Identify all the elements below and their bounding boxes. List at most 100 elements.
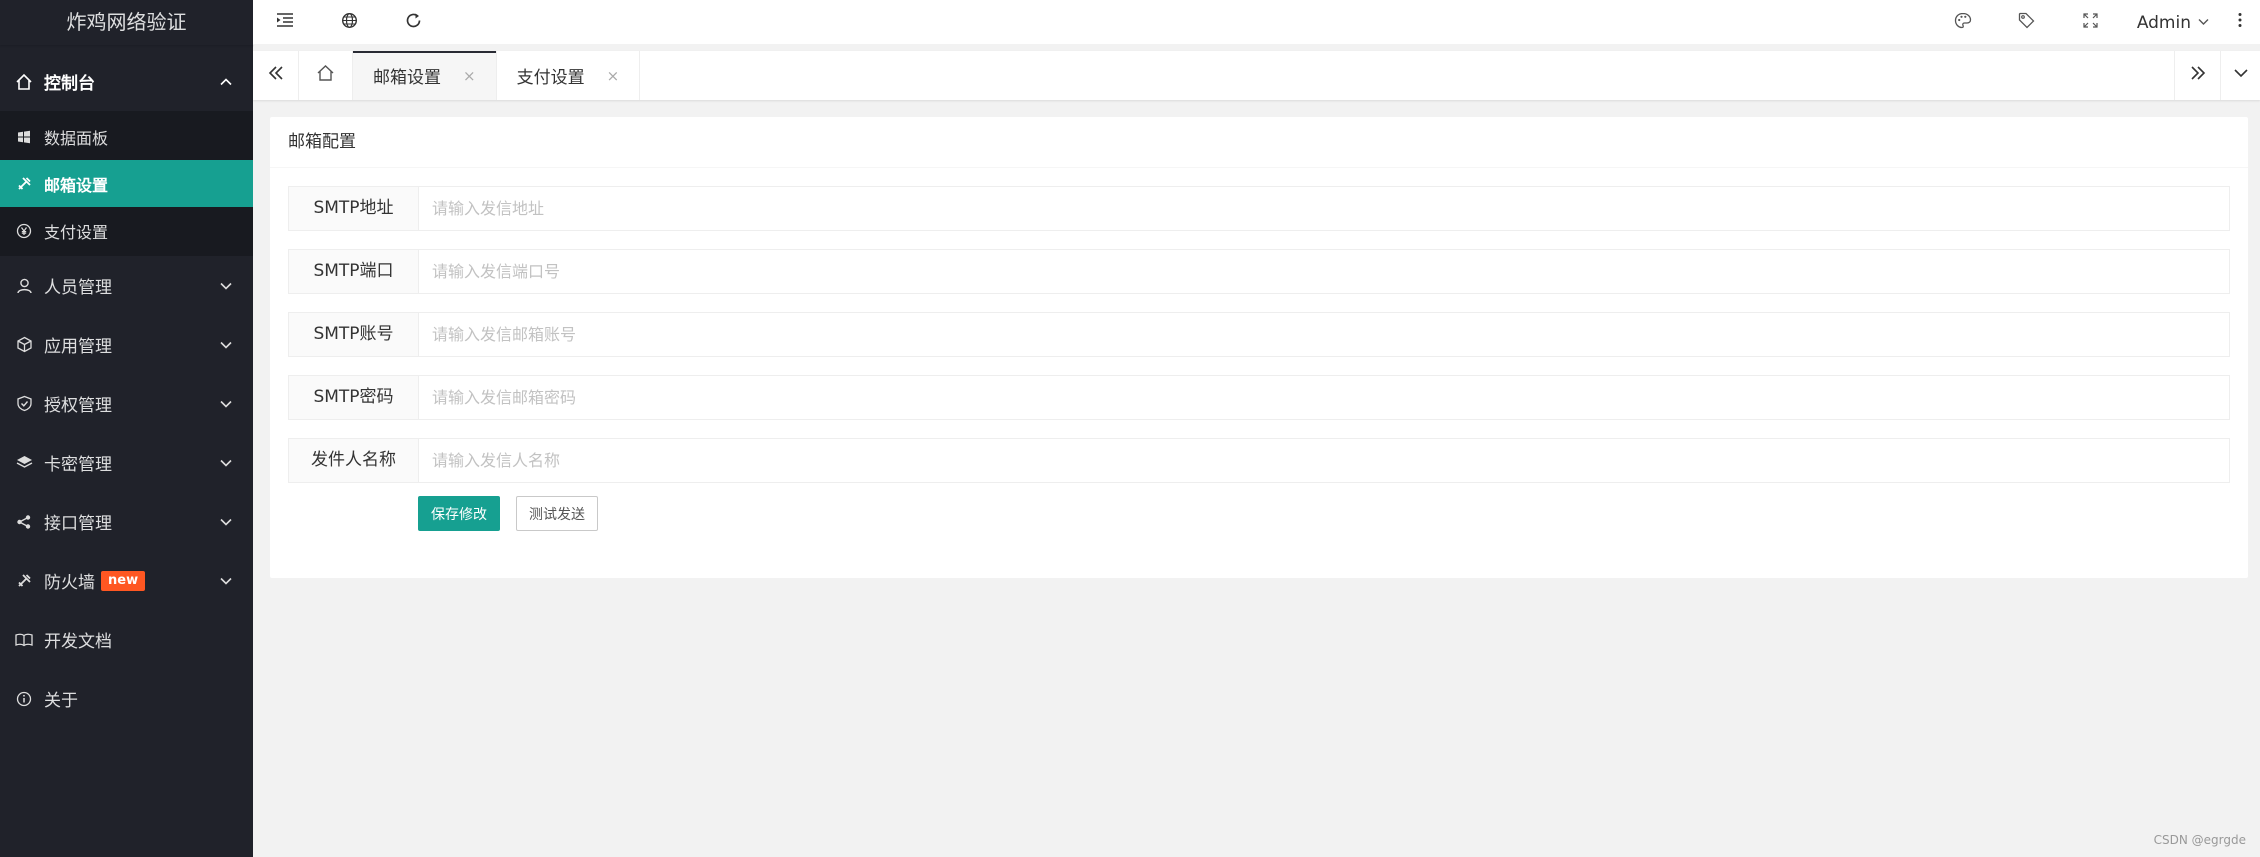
sidebar-group-label: 授权管理: [44, 396, 112, 416]
test-send-button[interactable]: 测试发送: [516, 496, 598, 531]
form-row-smtp-host: SMTP地址: [288, 186, 2230, 231]
sidebar-subnav-console: 数据面板 邮箱设置 支付设置: [0, 111, 253, 256]
tab-mail-settings[interactable]: 邮箱设置 ×: [353, 51, 497, 100]
smtp-port-label: SMTP端口: [288, 249, 418, 294]
sidebar-item-label: 开发文档: [44, 632, 112, 652]
tools-icon: [14, 571, 34, 591]
chevron-down-icon: [217, 395, 235, 413]
tabs-scroll-right-button[interactable]: [2174, 51, 2220, 100]
form-actions: 保存修改 测试发送: [418, 496, 2230, 531]
smtp-account-input[interactable]: [418, 312, 2230, 357]
sidebar-group-apps[interactable]: 应用管理: [0, 315, 253, 374]
more-menu-button[interactable]: [2220, 0, 2260, 45]
sidebar-group-label: 人员管理: [44, 278, 112, 298]
sidebar-group-auth[interactable]: 授权管理: [0, 374, 253, 433]
yen-icon: [14, 221, 34, 241]
chevron-down-icon: [217, 572, 235, 590]
new-badge: new: [101, 570, 146, 591]
home-icon: [316, 64, 335, 87]
tab-label: 邮箱设置: [373, 68, 441, 88]
sidebar-group-cards[interactable]: 卡密管理: [0, 433, 253, 492]
sidebar-item-label: 关于: [44, 691, 78, 711]
palette-icon: [1954, 12, 1972, 34]
sidebar-item-dashboard[interactable]: 数据面板: [0, 113, 253, 160]
chevron-down-icon: [217, 454, 235, 472]
sender-name-label: 发件人名称: [288, 438, 418, 483]
chevron-down-icon: [2232, 64, 2250, 87]
fullscreen-icon: [2083, 12, 2098, 33]
tabs-menu-button[interactable]: [2220, 51, 2260, 100]
tab-label: 支付设置: [516, 68, 585, 88]
app-logo: 炸鸡网络验证: [0, 0, 253, 45]
layers-icon: [14, 453, 34, 473]
windows-icon: [14, 127, 34, 147]
watermark: CSDN @egrgde: [2153, 833, 2246, 847]
sidebar-group-label: 防火墙: [44, 573, 95, 593]
form-row-sender-name: 发件人名称: [288, 438, 2230, 483]
refresh-icon: [405, 12, 422, 34]
smtp-host-label: SMTP地址: [288, 186, 418, 231]
tools-icon: [14, 174, 34, 194]
close-icon[interactable]: ×: [463, 67, 476, 85]
user-menu[interactable]: Admin: [2123, 0, 2220, 45]
info-icon: [14, 689, 34, 709]
double-chevron-left-icon: [267, 64, 285, 87]
sidebar-item-mail-settings[interactable]: 邮箱设置: [0, 160, 253, 207]
fullscreen-button[interactable]: [2059, 0, 2123, 45]
sidebar-group-api[interactable]: 接口管理: [0, 492, 253, 551]
smtp-password-input[interactable]: [418, 375, 2230, 420]
sidebar-item-label: 邮箱设置: [44, 175, 109, 195]
tabs-scroll-left-button[interactable]: [253, 51, 299, 100]
sidebar-item-label: 支付设置: [44, 222, 109, 242]
form-row-smtp-port: SMTP端口: [288, 249, 2230, 294]
card-title: 邮箱配置: [270, 117, 2248, 168]
smtp-password-label: SMTP密码: [288, 375, 418, 420]
website-button[interactable]: [317, 0, 381, 45]
chevron-up-icon: [217, 73, 235, 91]
mail-config-card: 邮箱配置 SMTP地址 SMTP端口 SMTP账号 SMTP密码 发件人名称 保…: [270, 117, 2248, 578]
toggle-sidebar-button[interactable]: [253, 0, 317, 45]
sidebar-item-about[interactable]: 关于: [0, 669, 253, 728]
chevron-down-icon: [217, 513, 235, 531]
form-row-smtp-password: SMTP密码: [288, 375, 2230, 420]
sidebar-group-label: 接口管理: [44, 514, 112, 534]
home-icon: [14, 72, 34, 92]
smtp-host-input[interactable]: [418, 186, 2230, 231]
sidebar-group-console[interactable]: 控制台: [0, 52, 253, 111]
tag-icon: [2018, 12, 2035, 34]
theme-button[interactable]: [1931, 0, 1995, 45]
sidebar-item-payment-settings[interactable]: 支付设置: [0, 207, 253, 254]
sidebar-item-docs[interactable]: 开发文档: [0, 610, 253, 669]
mail-config-form: SMTP地址 SMTP端口 SMTP账号 SMTP密码 发件人名称 保存修改 测…: [270, 168, 2248, 531]
refresh-button[interactable]: [381, 0, 445, 45]
smtp-port-input[interactable]: [418, 249, 2230, 294]
sidebar-group-label: 控制台: [44, 74, 95, 94]
tab-home[interactable]: [299, 51, 353, 100]
more-vertical-icon: [2238, 12, 2242, 33]
chevron-down-icon: [2191, 13, 2210, 33]
chevron-down-icon: [217, 277, 235, 295]
cube-icon: [14, 335, 34, 355]
tab-payment-settings[interactable]: 支付设置 ×: [497, 51, 641, 100]
page-tabs: 邮箱设置 × 支付设置 ×: [253, 51, 2260, 100]
sidebar-group-users[interactable]: 人员管理: [0, 256, 253, 315]
tags-button[interactable]: [1995, 0, 2059, 45]
book-icon: [14, 630, 34, 650]
globe-icon: [341, 12, 358, 34]
sidebar-group-label: 应用管理: [44, 337, 112, 357]
sidebar-group-firewall[interactable]: 防火墙 new: [0, 551, 253, 610]
save-button[interactable]: 保存修改: [418, 496, 500, 531]
chevron-down-icon: [217, 336, 235, 354]
close-icon[interactable]: ×: [607, 67, 620, 85]
sidebar-group-label: 卡密管理: [44, 455, 112, 475]
shield-check-icon: [14, 394, 34, 414]
smtp-account-label: SMTP账号: [288, 312, 418, 357]
indent-icon: [276, 12, 294, 33]
sidebar: 炸鸡网络验证 控制台 数据面板 邮箱设置 支付设置 人员管理 应用管理 授权管理…: [0, 0, 253, 857]
share-icon: [14, 512, 34, 532]
top-header: Admin: [253, 0, 2260, 45]
sender-name-input[interactable]: [418, 438, 2230, 483]
form-row-smtp-account: SMTP账号: [288, 312, 2230, 357]
user-icon: [14, 276, 34, 296]
double-chevron-right-icon: [2189, 64, 2207, 87]
